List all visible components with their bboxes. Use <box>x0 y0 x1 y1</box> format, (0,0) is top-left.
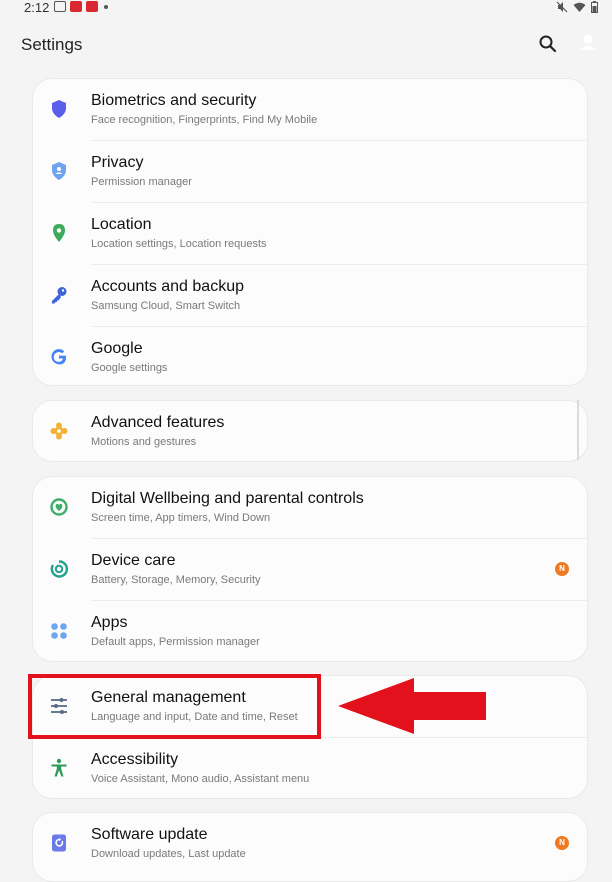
settings-group-software: Software update Download updates, Last u… <box>32 812 588 882</box>
new-badge: N <box>555 836 569 850</box>
device-care-icon <box>50 560 68 578</box>
settings-item-subtitle: Download updates, Last update <box>91 848 246 860</box>
settings-item-accounts-and-backup[interactable]: Accounts and backup Samsung Cloud, Smart… <box>33 265 589 327</box>
app-notification-icon <box>86 1 98 12</box>
settings-item-title: Accessibility <box>91 751 179 768</box>
status-time: 2:12 <box>24 0 50 15</box>
app-header: Settings <box>0 26 612 62</box>
accessibility-icon <box>51 758 67 777</box>
settings-group-security: Biometrics and security Face recognition… <box>32 78 589 389</box>
settings-item-title: Device care <box>91 552 176 569</box>
settings-item-title: Accounts and backup <box>91 278 244 295</box>
notification-icons <box>54 1 108 12</box>
wellbeing-icon <box>50 498 68 516</box>
google-icon <box>51 349 66 365</box>
settings-item-subtitle: Screen time, App timers, Wind Down <box>91 512 271 524</box>
new-badge: N <box>555 562 569 576</box>
settings-group-device: Digital Wellbeing and parental controls … <box>32 476 589 663</box>
settings-item-accessibility[interactable]: Accessibility Voice Assistant, Mono audi… <box>33 738 589 800</box>
search-icon[interactable] <box>538 34 558 54</box>
settings-item-subtitle: Default apps, Permission manager <box>91 636 260 648</box>
red-arrow-annotation <box>338 678 486 734</box>
wifi-icon <box>573 2 586 12</box>
settings-item-biometrics-and-security[interactable]: Biometrics and security Face recognition… <box>33 79 589 141</box>
settings-item-subtitle: Battery, Storage, Memory, Security <box>91 574 261 586</box>
settings-item-subtitle: Samsung Cloud, Smart Switch <box>91 300 241 312</box>
news-notification-icon <box>70 1 82 12</box>
software-update-icon <box>52 834 66 852</box>
settings-item-subtitle: Permission manager <box>91 176 192 188</box>
shield-icon <box>52 100 66 118</box>
puzzle-gear-icon <box>50 422 68 440</box>
settings-item-software-update[interactable]: Software update Download updates, Last u… <box>33 813 589 875</box>
more-notifications-icon <box>104 4 108 9</box>
location-pin-icon <box>53 224 65 242</box>
settings-item-advanced-features[interactable]: Advanced features Motions and gestures <box>33 401 589 463</box>
status-bar: 2:12 <box>0 0 612 16</box>
settings-item-privacy[interactable]: Privacy Permission manager <box>33 141 589 203</box>
scrollbar[interactable] <box>577 400 579 460</box>
settings-item-title: Digital Wellbeing and parental controls <box>91 490 364 507</box>
highlight-box <box>28 674 321 739</box>
system-icons <box>556 1 598 13</box>
battery-icon <box>591 1 598 13</box>
page-title: Settings <box>21 35 83 54</box>
settings-item-title: Software update <box>91 826 208 843</box>
settings-item-subtitle: Google settings <box>91 362 168 374</box>
settings-item-digital-wellbeing[interactable]: Digital Wellbeing and parental controls … <box>33 477 589 539</box>
image-notification-icon <box>54 1 66 12</box>
settings-item-title: Google <box>91 340 143 357</box>
settings-item-title: Advanced features <box>91 414 225 431</box>
apps-grid-icon <box>51 623 67 639</box>
settings-item-subtitle: Motions and gestures <box>91 436 197 448</box>
mute-icon <box>556 1 568 13</box>
settings-item-location[interactable]: Location Location settings, Location req… <box>33 203 589 265</box>
settings-item-title: Location <box>91 216 152 233</box>
settings-item-subtitle: Face recognition, Fingerprints, Find My … <box>91 114 318 126</box>
settings-item-subtitle: Voice Assistant, Mono audio, Assistant m… <box>91 773 310 785</box>
account-icon <box>580 34 596 50</box>
settings-group-advanced: Advanced features Motions and gestures <box>32 400 588 462</box>
settings-item-title: Apps <box>91 614 128 631</box>
settings-item-title: Biometrics and security <box>91 92 257 109</box>
settings-item-google[interactable]: Google Google settings <box>33 327 589 389</box>
settings-item-title: Privacy <box>91 154 144 171</box>
privacy-shield-icon <box>52 162 66 180</box>
settings-item-subtitle: Location settings, Location requests <box>91 238 267 250</box>
settings-item-device-care[interactable]: Device care Battery, Storage, Memory, Se… <box>33 539 589 601</box>
key-icon <box>52 287 67 304</box>
settings-item-apps[interactable]: Apps Default apps, Permission manager <box>33 601 589 663</box>
